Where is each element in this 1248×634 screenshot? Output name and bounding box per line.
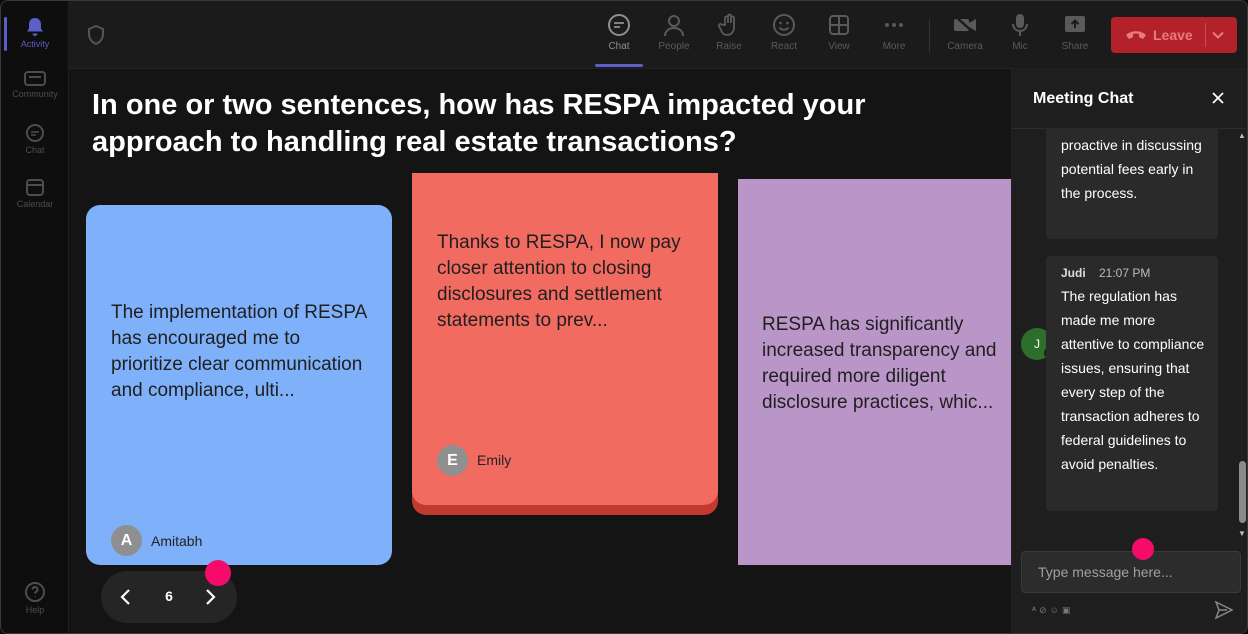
poll-question: In one or two sentences, how has RESPA i…: [92, 89, 866, 158]
cursor-indicator: [1132, 538, 1154, 560]
response-text: RESPA has significantly increased transp…: [762, 314, 997, 413]
response-card[interactable]: RESPA has significantly increased transp…: [738, 179, 1011, 565]
toolbar-divider: [929, 19, 930, 53]
mic-label: Mic: [1012, 41, 1028, 52]
camera-button[interactable]: Camera: [941, 11, 989, 63]
community-icon: [24, 71, 46, 86]
chat-title: Meeting Chat: [1033, 90, 1134, 107]
chat-icon: [26, 124, 44, 142]
raise-label: Raise: [716, 41, 742, 52]
raise-hand-button[interactable]: Raise: [705, 11, 753, 63]
presentation-stage: In one or two sentences, how has RESPA i…: [69, 69, 1011, 633]
people-icon: [664, 15, 684, 37]
chat-messages[interactable]: proactive in discussing potential fees e…: [1012, 129, 1247, 543]
scroll-up-icon[interactable]: ▲: [1238, 131, 1246, 140]
chat-message: Judi 21:07 PM The regulation has made me…: [1046, 256, 1218, 511]
share-screen-icon: [1065, 16, 1085, 32]
chevron-left-icon[interactable]: [117, 587, 135, 607]
scroll-thumb[interactable]: [1239, 461, 1246, 523]
chat-label: Chat: [608, 41, 630, 52]
scroll-down-icon[interactable]: ▼: [1238, 529, 1246, 538]
rail-item-activity[interactable]: Activity: [1, 7, 69, 57]
chat-icon: [608, 14, 630, 36]
more-dots-icon: [885, 23, 903, 27]
react-button[interactable]: React: [760, 11, 808, 63]
chevron-right-icon[interactable]: [201, 587, 219, 607]
grid-icon: [829, 15, 849, 35]
rail-label: Chat: [25, 145, 45, 155]
view-button[interactable]: View: [815, 11, 863, 63]
react-label: React: [770, 41, 798, 52]
response-card[interactable]: Thanks to RESPA, I now pay closer attent…: [412, 173, 718, 515]
rail-item-calendar[interactable]: Calendar: [1, 167, 69, 217]
bell-icon: [27, 18, 43, 36]
rail-label: Help: [25, 605, 45, 615]
leave-divider: [1205, 23, 1206, 47]
smiley-icon: [773, 14, 795, 36]
chat-scrollbar[interactable]: ▲ ▼: [1236, 129, 1247, 543]
leave-button[interactable]: Leave: [1111, 17, 1237, 53]
mic-button[interactable]: Mic: [996, 11, 1044, 63]
chat-header: Meeting Chat: [1012, 69, 1247, 129]
page-number: 6: [165, 588, 173, 604]
close-icon[interactable]: [1211, 91, 1225, 105]
more-button[interactable]: More: [870, 11, 918, 63]
response-text: The implementation of RESPA has encourag…: [111, 302, 367, 401]
rail-item-help[interactable]: Help: [1, 571, 69, 621]
rail-label: Activity: [20, 39, 50, 49]
hand-icon: [718, 13, 735, 36]
message-author: Judi: [1061, 266, 1086, 280]
chat-message-input[interactable]: [1021, 551, 1241, 593]
people-button[interactable]: People: [650, 11, 698, 63]
message-body: The regulation has made me more attentiv…: [1061, 288, 1205, 472]
message-body: proactive in discussing potential fees e…: [1061, 137, 1202, 201]
chevron-down-icon[interactable]: [1211, 28, 1225, 42]
help-icon: [25, 582, 45, 602]
meeting-chat-panel: Meeting Chat proactive in discussing pot…: [1011, 69, 1247, 633]
rail-label: Calendar: [16, 199, 54, 209]
card-face: Thanks to RESPA, I now pay closer attent…: [412, 173, 718, 505]
app-window: Activity Community Chat Calendar Help Ch…: [0, 0, 1248, 634]
phone-hangup-icon: [1126, 31, 1146, 39]
avatar: E: [437, 445, 468, 476]
message-time: 21:07 PM: [1099, 266, 1151, 280]
rail-item-community[interactable]: Community: [1, 59, 69, 109]
response-author: Amitabh: [151, 533, 203, 549]
meeting-toolbar: Chat People Raise React View More Camera: [69, 1, 1247, 69]
cursor-indicator: [205, 560, 231, 586]
app-rail: Activity Community Chat Calendar Help: [1, 1, 69, 633]
microphone-icon: [1012, 14, 1028, 36]
camera-label: Camera: [947, 41, 983, 52]
leave-label: Leave: [1153, 27, 1193, 43]
share-button[interactable]: Share: [1051, 11, 1099, 63]
calendar-icon: [26, 179, 44, 196]
view-label: View: [828, 41, 850, 52]
rail-item-chat[interactable]: Chat: [1, 113, 69, 163]
more-label: More: [882, 41, 906, 52]
shield-icon[interactable]: [87, 25, 105, 45]
people-label: People: [658, 41, 690, 52]
rail-label: Community: [12, 89, 58, 99]
chat-format-tools: ᴬ⊘☺▣: [1032, 605, 1073, 616]
camera-off-icon: [954, 15, 976, 35]
avatar: A: [111, 525, 142, 556]
chat-button[interactable]: Chat: [595, 11, 643, 67]
response-card[interactable]: The implementation of RESPA has encourag…: [86, 205, 392, 565]
send-icon[interactable]: [1214, 601, 1234, 619]
response-author: Emily: [477, 452, 512, 468]
chat-message: proactive in discussing potential fees e…: [1046, 129, 1218, 239]
gif-icon[interactable]: ▣: [1062, 605, 1074, 615]
share-label: Share: [1061, 41, 1089, 52]
response-text: Thanks to RESPA, I now pay closer attent…: [437, 232, 681, 331]
attach-icon[interactable]: ⊘: [1039, 605, 1050, 615]
emoji-icon[interactable]: ☺: [1050, 605, 1062, 615]
